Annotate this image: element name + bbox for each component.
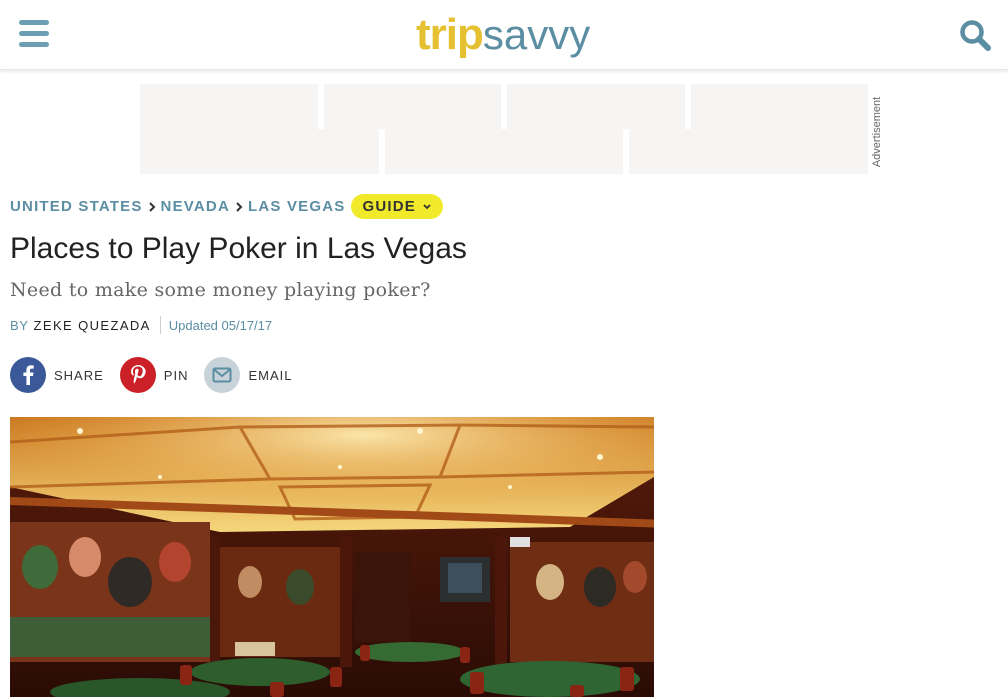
ad-banner[interactable] (140, 84, 868, 174)
breadcrumb: UNITED STATES NEVADA LAS VEGAS GUIDE (10, 194, 443, 219)
article-title: Places to Play Poker in Las Vegas (10, 232, 467, 265)
site-header: trip savvy (0, 0, 1008, 70)
facebook-share-button[interactable]: SHARE (10, 357, 104, 393)
facebook-icon (10, 357, 46, 393)
guide-dropdown-button[interactable]: GUIDE (351, 194, 443, 219)
pinterest-pin-button[interactable]: PIN (119, 357, 189, 393)
byline-divider (159, 316, 161, 334)
email-share-button[interactable]: EMAIL (204, 357, 292, 393)
byline-by: BY (10, 317, 29, 333)
logo-trip-text: trip (416, 10, 484, 59)
article-subtitle: Need to make some money playing poker? (10, 279, 431, 301)
breadcrumb-united-states[interactable]: UNITED STATES (10, 198, 143, 215)
search-icon[interactable] (958, 18, 992, 52)
chevron-right-icon (236, 201, 243, 212)
ad-label: Advertisement (870, 92, 884, 172)
guide-label: GUIDE (362, 198, 416, 215)
breadcrumb-las-vegas[interactable]: LAS VEGAS (248, 198, 345, 215)
share-label: SHARE (54, 367, 104, 383)
chevron-down-icon (423, 203, 431, 209)
hamburger-menu-icon[interactable] (19, 20, 49, 48)
updated-date: Updated 05/17/17 (168, 317, 273, 333)
hero-image-poker-room (10, 417, 654, 697)
email-icon (204, 357, 241, 393)
logo-savvy-text: savvy (482, 11, 591, 58)
ad-label-text: Advertisement (871, 96, 883, 168)
tripsavvy-logo[interactable]: trip savvy (416, 8, 590, 62)
author-link[interactable]: ZEKE QUEZADA (34, 318, 151, 333)
pinterest-icon (119, 357, 156, 393)
social-share-bar: SHARE PIN EMAIL (10, 357, 308, 393)
pin-label: PIN (163, 367, 189, 383)
byline: BY ZEKE QUEZADA Updated 05/17/17 (10, 316, 272, 334)
chevron-right-icon (148, 201, 155, 212)
breadcrumb-nevada[interactable]: NEVADA (161, 198, 230, 215)
email-label: EMAIL (248, 367, 293, 383)
